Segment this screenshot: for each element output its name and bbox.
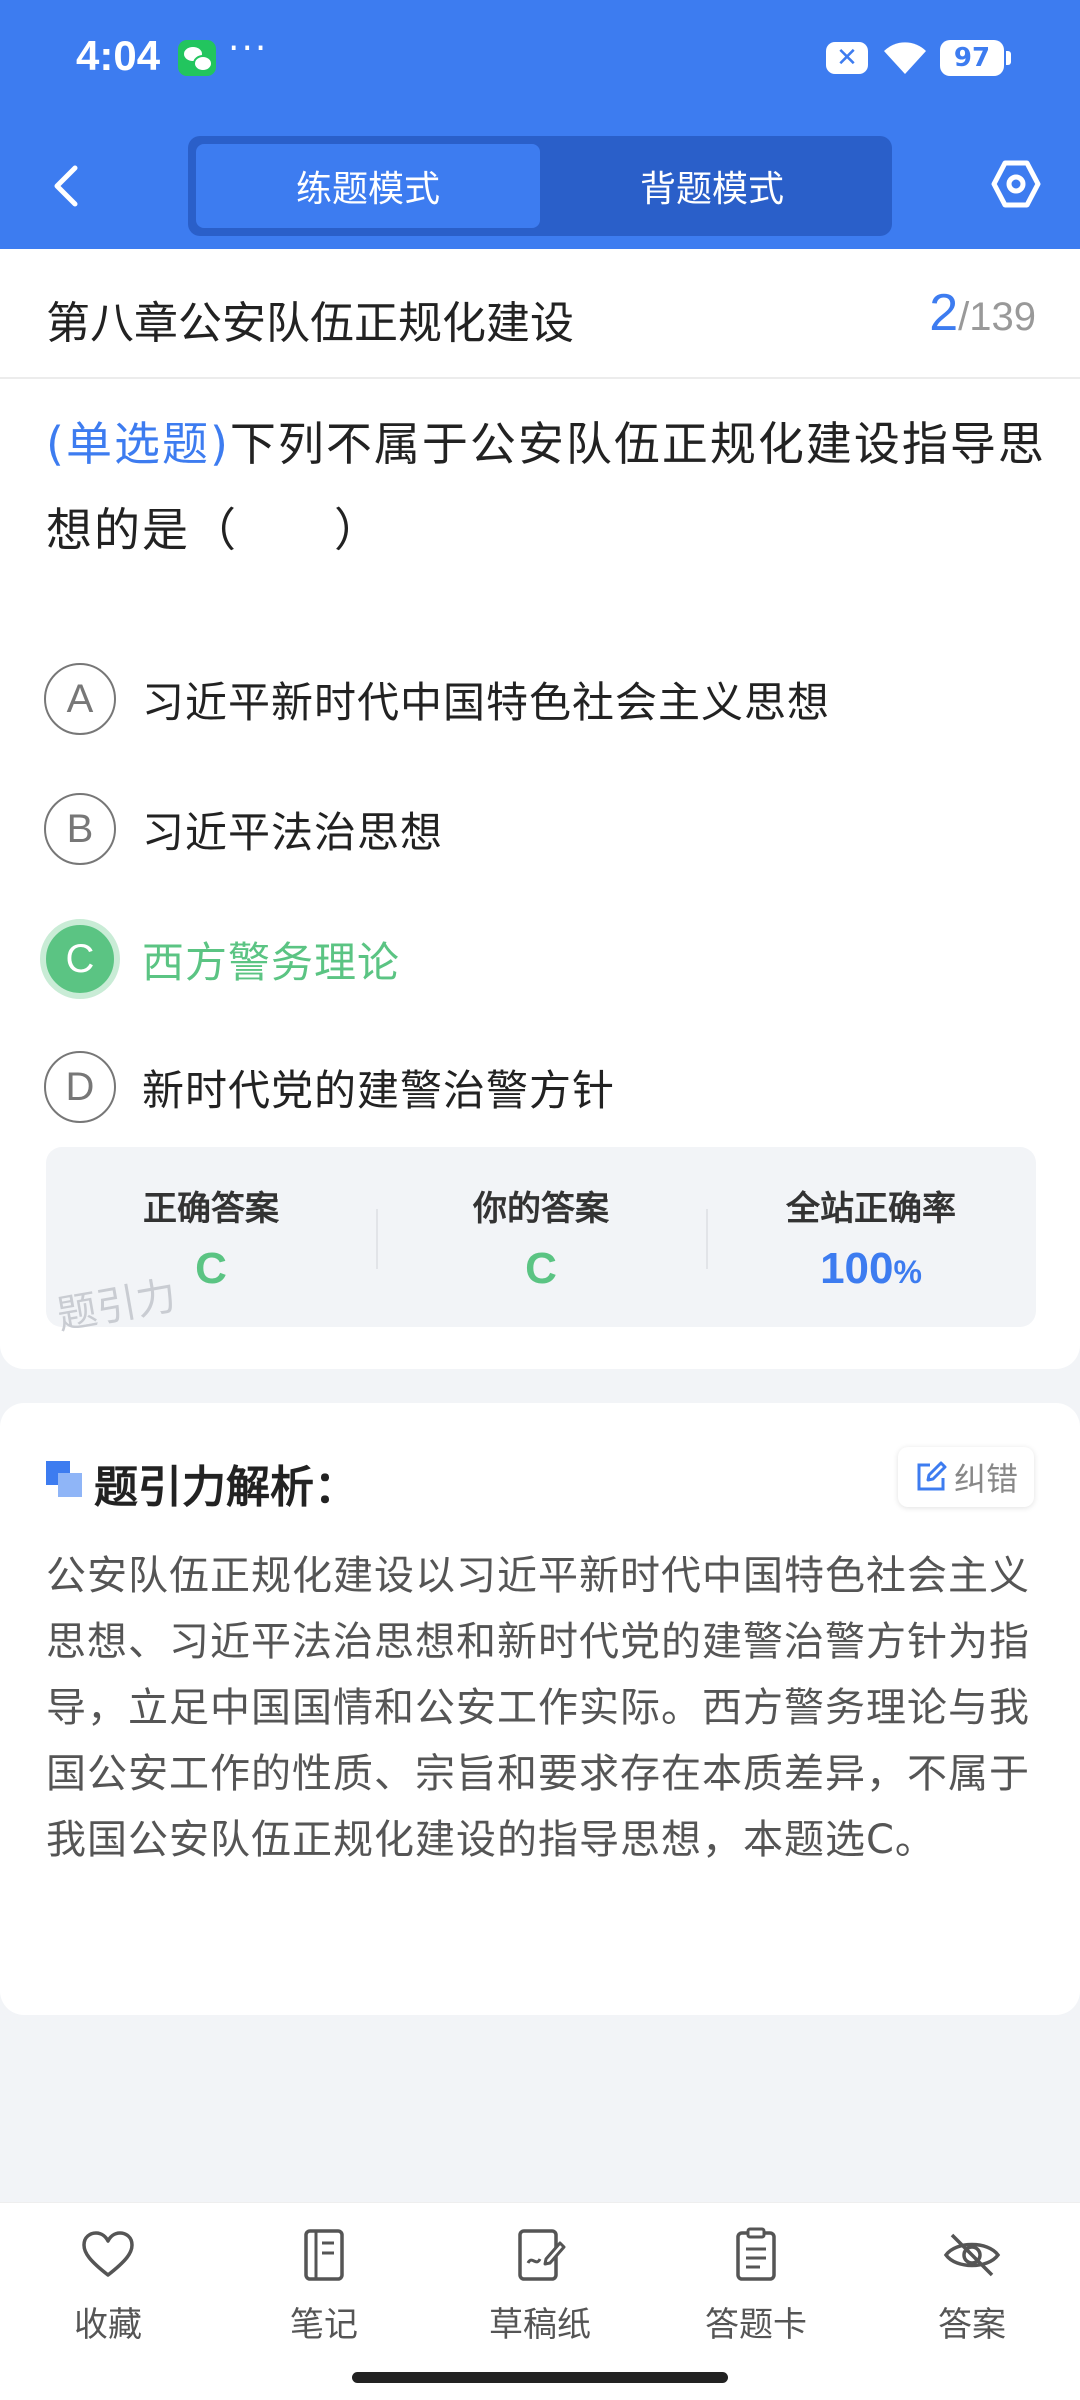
edit-icon [917, 1461, 947, 1491]
question-type: (单选题) [46, 417, 230, 471]
progress-current: 2 [929, 284, 959, 342]
show-answer-button[interactable]: 答案 [864, 2203, 1080, 2400]
back-button[interactable] [40, 158, 90, 214]
tab-recite-mode[interactable]: 背题模式 [540, 144, 884, 228]
analysis-icon [46, 1461, 82, 1497]
option-c[interactable]: C 西方警务理论 [40, 919, 1044, 999]
close-badge-icon: ✕ [826, 42, 868, 74]
your-answer-label: 你的答案 [473, 1189, 609, 1229]
answer-sheet-icon [736, 2227, 776, 2281]
accuracy-value: 100% [706, 1244, 1036, 1294]
question-text: (单选题)下列不属于公安队伍正规化建设指导思想的是（ ） [46, 401, 1046, 573]
analysis-card: 题引力解析： 纠错 公安队伍正规化建设以习近平新时代中国特色社会主义思想、习近平… [0, 1403, 1080, 2015]
accuracy-unit: % [893, 1254, 922, 1290]
answer-sheet-button[interactable]: 答题卡 [648, 2203, 864, 2400]
accuracy-label: 全站正确率 [786, 1189, 956, 1229]
header: 4:04 ··· ✕ 97 练题模式 背题模式 [0, 0, 1080, 249]
analysis-title: 题引力解析： [94, 1462, 358, 1513]
answer-summary: 正确答案 C 你的答案 C 全站正确率 100% [46, 1147, 1036, 1327]
accuracy-column: 全站正确率 100% [706, 1147, 1036, 1327]
battery-icon: 97 [940, 40, 1011, 76]
heart-icon [82, 2231, 134, 2277]
chapter-row: 第八章公安队伍正规化建设 2/139 [0, 249, 1080, 379]
option-letter: C [40, 919, 120, 999]
wifi-icon [884, 42, 926, 74]
progress-total: /139 [958, 295, 1036, 339]
option-text: 新时代党的建警治警方针 [142, 1065, 616, 1115]
draft-paper-icon [518, 2229, 566, 2281]
report-error-button[interactable]: 纠错 [898, 1447, 1034, 1507]
option-letter: D [44, 1051, 116, 1123]
settings-icon [991, 160, 1041, 208]
favorite-button[interactable]: 收藏 [0, 2203, 216, 2400]
wechat-notification-icon [178, 40, 216, 76]
your-answer-column: 你的答案 C [376, 1147, 706, 1327]
analysis-text: 公安队伍正规化建设以习近平新时代中国特色社会主义思想、习近平法治思想和新时代党的… [46, 1553, 1030, 1863]
accuracy-number: 100 [820, 1244, 894, 1293]
report-error-label: 纠错 [953, 1460, 1018, 1498]
option-d[interactable]: D 新时代党的建警治警方针 [44, 1049, 1044, 1125]
more-notifications-icon: ··· [228, 28, 269, 69]
correct-answer-label: 正确答案 [143, 1189, 279, 1229]
option-letter: B [44, 793, 116, 865]
option-text: 习近平新时代中国特色社会主义思想 [142, 677, 831, 727]
tab-practice-mode[interactable]: 练题模式 [196, 144, 540, 228]
option-letter: A [44, 663, 116, 735]
option-b[interactable]: B 习近平法治思想 [44, 791, 1044, 867]
draft-paper-label: 草稿纸 [489, 2305, 591, 2345]
notes-button[interactable]: 笔记 [216, 2203, 432, 2400]
home-indicator[interactable] [352, 2372, 728, 2383]
option-text: 西方警务理论 [142, 937, 401, 987]
favorite-label: 收藏 [74, 2305, 142, 2345]
your-answer-value: C [525, 1244, 557, 1293]
option-a[interactable]: A 习近平新时代中国特色社会主义思想 [44, 661, 1044, 737]
question-progress: 2/139 [929, 283, 1036, 343]
question-card: 第八章公安队伍正规化建设 2/139 (单选题)下列不属于公安队伍正规化建设指导… [0, 249, 1080, 1369]
show-answer-label: 答案 [938, 2305, 1006, 2345]
chapter-title: 第八章公安队伍正规化建设 [46, 298, 574, 349]
draft-paper-button[interactable]: 草稿纸 [432, 2203, 648, 2400]
eye-off-icon [943, 2233, 1001, 2277]
notebook-icon [304, 2229, 344, 2281]
chevron-left-icon [54, 165, 78, 207]
status-bar: 4:04 ··· ✕ 97 [0, 0, 1080, 118]
bottom-toolbar: 收藏 笔记 草稿纸 答题卡 答案 [0, 2202, 1080, 2400]
mode-switch: 练题模式 背题模式 [188, 136, 892, 236]
answer-sheet-label: 答题卡 [705, 2305, 807, 2345]
status-time: 4:04 [76, 32, 161, 79]
settings-button[interactable] [988, 156, 1044, 212]
notes-label: 笔记 [290, 2305, 358, 2345]
option-text: 习近平法治思想 [142, 807, 444, 857]
